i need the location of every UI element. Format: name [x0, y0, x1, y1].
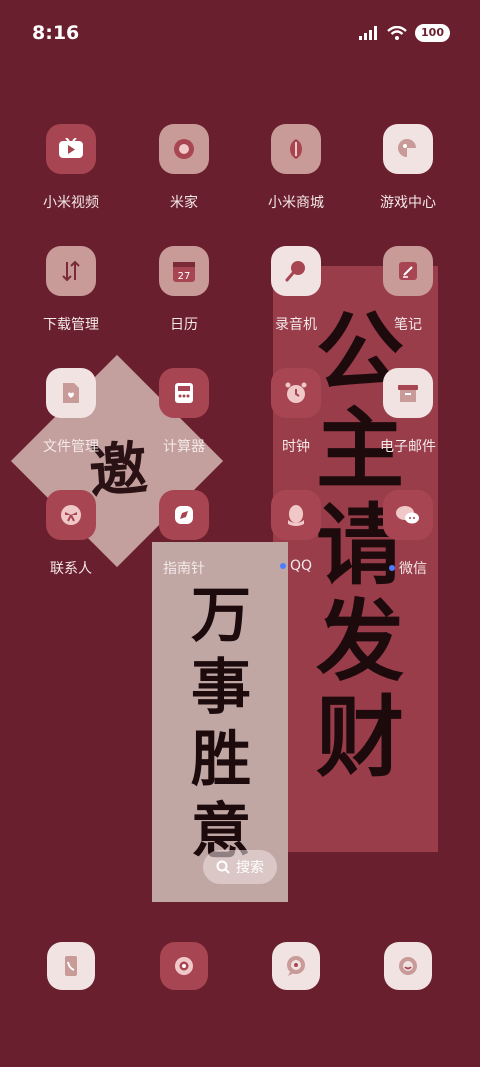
app-mijia[interactable]: 米家	[128, 124, 240, 212]
app-label: 米家	[170, 195, 198, 211]
mail-box-icon	[383, 368, 433, 418]
alarm-clock-icon	[271, 368, 321, 418]
camera-icon	[160, 942, 208, 990]
browser-icon	[384, 942, 432, 990]
app-download-manager[interactable]: 下载管理	[15, 246, 127, 334]
app-label: 指南针	[163, 561, 205, 577]
app-label: 文件管理	[43, 439, 99, 455]
status-icons: 100	[359, 24, 450, 42]
status-time: 8:16	[32, 22, 80, 44]
app-label: 录音机	[275, 317, 317, 333]
app-label: 电子邮件	[380, 439, 436, 455]
qq-penguin-icon	[271, 490, 321, 540]
mijia-icon	[159, 124, 209, 174]
app-label: 微信	[399, 561, 427, 577]
app-notes[interactable]: 笔记	[352, 246, 464, 334]
store-icon	[271, 124, 321, 174]
search-icon	[216, 860, 230, 874]
calendar-day: 27	[178, 271, 191, 282]
dock-messages[interactable]	[240, 942, 352, 990]
app-label: 计算器	[163, 439, 205, 455]
app-file-manager[interactable]: 文件管理	[15, 368, 127, 456]
app-label-with-dot: 微信	[389, 558, 427, 578]
app-compass[interactable]: 指南针	[128, 490, 240, 578]
app-calculator[interactable]: 计算器	[128, 368, 240, 456]
app-label: 联系人	[50, 561, 92, 577]
dock-phone[interactable]	[15, 942, 127, 990]
message-icon	[272, 942, 320, 990]
status-bar: 8:16 100	[0, 0, 480, 68]
app-recorder[interactable]: 录音机	[240, 246, 352, 334]
app-xiaomi-store[interactable]: 小米商城	[240, 124, 352, 212]
app-label: 小米商城	[268, 195, 324, 211]
search-button[interactable]: 搜索	[203, 850, 277, 884]
app-label: 小米视频	[43, 195, 99, 211]
app-label-with-dot: QQ	[279, 558, 313, 574]
app-qq[interactable]: QQ	[240, 490, 352, 574]
calendar-icon: 27	[159, 246, 209, 296]
app-wechat[interactable]: 微信	[352, 490, 464, 578]
battery-indicator: 100	[415, 24, 450, 42]
tv-icon	[46, 124, 96, 174]
app-contacts[interactable]: 联系人	[15, 490, 127, 578]
app-calendar[interactable]: 27 日历	[128, 246, 240, 334]
app-game-center[interactable]: 游戏中心	[352, 124, 464, 212]
app-label: 下载管理	[43, 317, 99, 333]
download-arrows-icon	[46, 246, 96, 296]
app-label: QQ	[289, 558, 313, 574]
wifi-icon	[387, 26, 407, 40]
notification-dot	[279, 563, 286, 569]
app-label: 时钟	[282, 439, 310, 455]
signal-icon	[359, 26, 378, 40]
game-center-icon	[383, 124, 433, 174]
wechat-icon	[383, 490, 433, 540]
app-label: 笔记	[394, 317, 422, 333]
file-icon	[46, 368, 96, 418]
dock-browser[interactable]	[352, 942, 464, 990]
notification-dot	[389, 565, 395, 571]
microphone-icon	[271, 246, 321, 296]
wallpaper-left-scroll-text: 万事胜意	[191, 581, 251, 867]
dock-camera[interactable]	[128, 942, 240, 990]
phone-icon	[47, 942, 95, 990]
compass-icon	[159, 490, 209, 540]
notes-icon	[383, 246, 433, 296]
calculator-icon	[159, 368, 209, 418]
contacts-bow-icon	[46, 490, 96, 540]
app-email[interactable]: 电子邮件	[352, 368, 464, 456]
app-label: 游戏中心	[380, 195, 436, 211]
app-clock[interactable]: 时钟	[240, 368, 352, 456]
app-label: 日历	[170, 317, 198, 333]
search-label: 搜索	[236, 860, 264, 876]
app-xiaomi-video[interactable]: 小米视频	[15, 124, 127, 212]
